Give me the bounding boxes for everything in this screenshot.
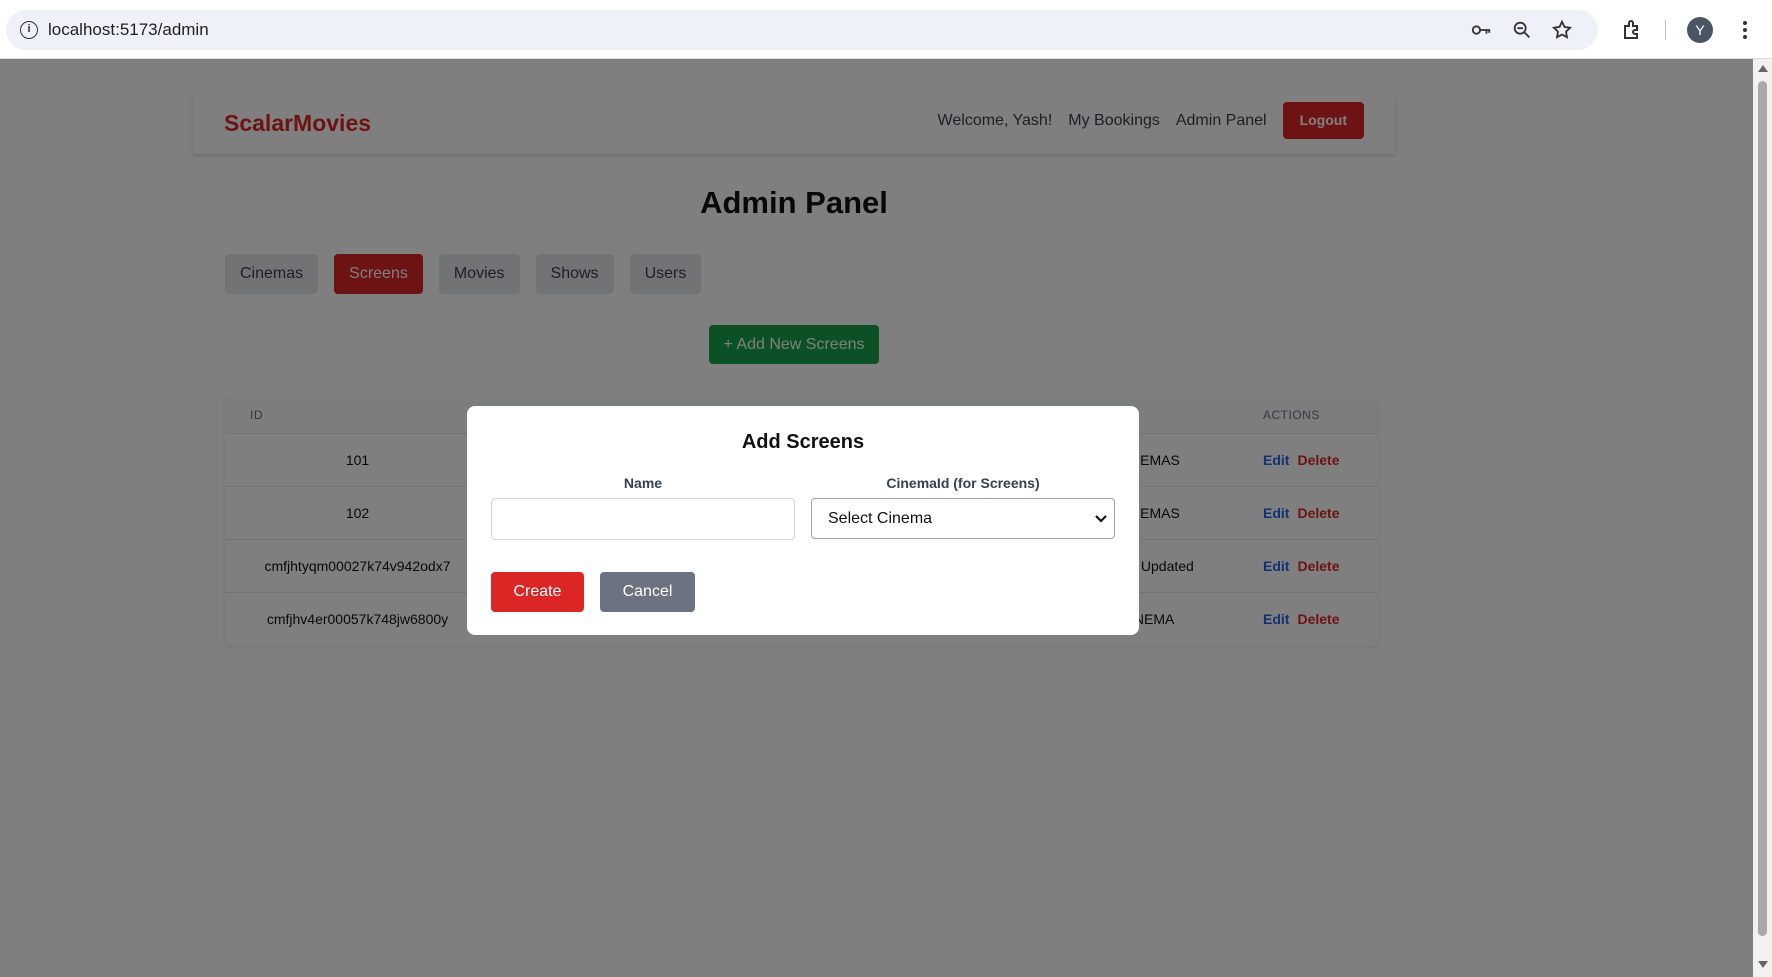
name-input[interactable] bbox=[491, 498, 795, 540]
address-bar[interactable]: i localhost:5173/admin bbox=[6, 10, 1598, 50]
page-viewport: ScalarMovies Welcome, Yash! My Bookings … bbox=[0, 59, 1753, 977]
cinema-id-label: CinemaId (for Screens) bbox=[886, 475, 1040, 491]
cancel-button[interactable]: Cancel bbox=[600, 572, 695, 612]
extensions-icon[interactable] bbox=[1621, 18, 1645, 42]
zoom-icon[interactable] bbox=[1511, 19, 1533, 41]
page-scrollbar[interactable] bbox=[1753, 59, 1772, 977]
star-icon[interactable] bbox=[1551, 19, 1573, 41]
toolbar-separator bbox=[1665, 20, 1666, 40]
modal-title: Add Screens bbox=[741, 431, 865, 453]
menu-dots-icon[interactable] bbox=[1733, 18, 1757, 42]
info-icon[interactable]: i bbox=[20, 21, 38, 39]
cinema-select-value: Select Cinema bbox=[828, 510, 933, 527]
address-url[interactable]: localhost:5173/admin bbox=[48, 20, 209, 40]
name-label: Name bbox=[623, 475, 663, 491]
scroll-up-icon[interactable] bbox=[1758, 65, 1768, 72]
profile-avatar[interactable]: Y bbox=[1687, 17, 1713, 43]
key-icon[interactable] bbox=[1470, 19, 1492, 41]
add-screens-modal: Add Screens Name CinemaId (for Screens) … bbox=[467, 406, 1139, 635]
scrollbar-thumb[interactable] bbox=[1758, 81, 1767, 936]
cinema-select[interactable]: Select Cinema bbox=[811, 498, 1115, 539]
chevron-down-icon bbox=[1095, 515, 1107, 523]
create-button[interactable]: Create bbox=[491, 572, 584, 612]
scroll-down-icon[interactable] bbox=[1758, 961, 1768, 968]
browser-toolbar: i localhost:5173/admin Y bbox=[0, 0, 1772, 59]
